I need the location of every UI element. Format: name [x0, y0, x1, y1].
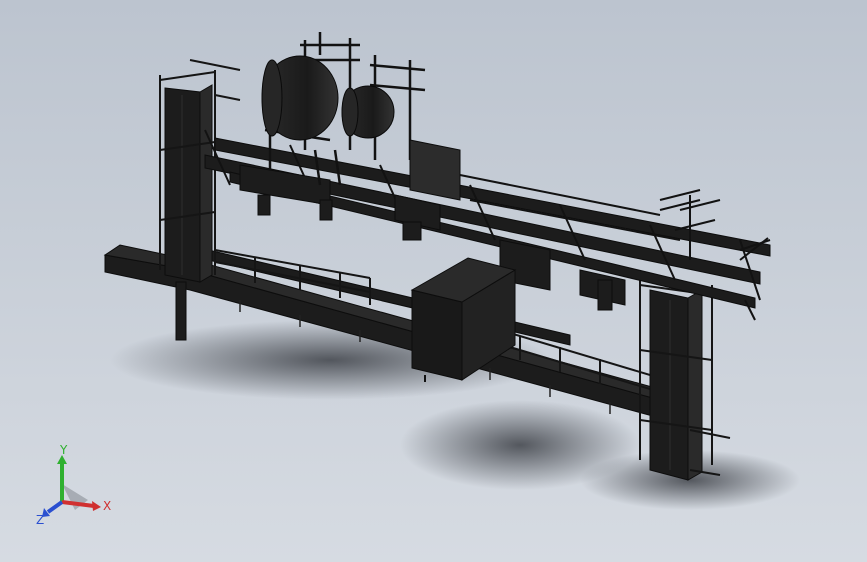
3d-viewport[interactable]: Y X Z [0, 0, 867, 562]
x-axis-arrow-icon[interactable] [61, 500, 101, 511]
z-axis-arrow-icon[interactable] [42, 500, 64, 517]
z-axis-label: Z [36, 513, 44, 527]
x-axis-label: X [103, 499, 111, 513]
right-column[interactable] [649, 289, 703, 481]
y-axis-label: Y [59, 443, 68, 457]
tank-small[interactable] [341, 85, 395, 139]
y-axis-arrow-icon[interactable] [57, 455, 67, 502]
control-panel[interactable] [409, 139, 461, 201]
orientation-triad[interactable]: Y X Z [30, 440, 120, 530]
gantry-model[interactable] [0, 0, 867, 562]
tank-large[interactable] [261, 55, 339, 141]
